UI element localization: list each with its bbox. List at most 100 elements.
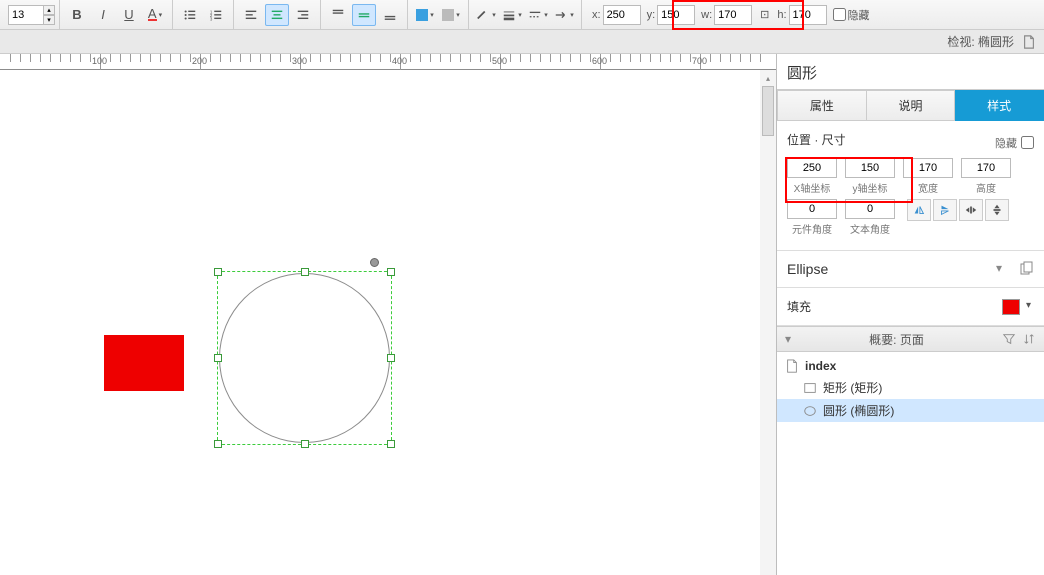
valign-middle-button[interactable]: [352, 4, 376, 26]
y-label: y:: [647, 9, 656, 21]
fit-width-button[interactable]: [959, 199, 983, 221]
align-center-button[interactable]: [265, 4, 289, 26]
valign-group: [321, 0, 408, 29]
line-group: ▾ ▾ ▾ ▾: [469, 0, 582, 29]
panel-y-input[interactable]: [845, 158, 895, 178]
h-label: h:: [777, 9, 786, 21]
italic-button[interactable]: I: [91, 4, 115, 26]
canvas[interactable]: [0, 70, 776, 575]
ruler-tick-label: 700: [692, 56, 707, 66]
line-color-button[interactable]: ▾: [474, 4, 498, 26]
copy-style-icon[interactable]: [1018, 261, 1034, 277]
panel-x-input[interactable]: [787, 158, 837, 178]
fill-swatch[interactable]: [1002, 299, 1020, 315]
sort-icon[interactable]: [1022, 332, 1036, 346]
ruler-tick-label: 600: [592, 56, 607, 66]
valign-top-button[interactable]: [326, 4, 350, 26]
filter-icon[interactable]: [1002, 332, 1016, 346]
handle-nw[interactable]: [214, 268, 222, 276]
panel-h-input[interactable]: [961, 158, 1011, 178]
ruler-tick-label: 100: [92, 56, 107, 66]
y-input[interactable]: [657, 5, 695, 25]
handle-ne[interactable]: [387, 268, 395, 276]
position-size-section: 位置 · 尺寸 隐藏 X轴坐标 y轴坐标 宽度: [777, 121, 1044, 251]
handle-n[interactable]: [301, 268, 309, 276]
panel-angle-label: 元件角度: [792, 221, 832, 236]
font-style-group: B I U A▾: [60, 0, 173, 29]
flip-h-button[interactable]: [907, 199, 931, 221]
tab-props[interactable]: 属性: [777, 90, 867, 121]
ruler-tick-label: 300: [292, 56, 307, 66]
main-area: 100200300400500600700 ▴: [0, 54, 1044, 575]
panel-angle-input[interactable]: [787, 199, 837, 219]
fill-row: 填充: [777, 288, 1044, 326]
shape-rectangle[interactable]: [104, 335, 184, 391]
w-input[interactable]: [714, 5, 752, 25]
arrow-style-button[interactable]: ▾: [552, 4, 576, 26]
hide-checkbox[interactable]: [833, 8, 846, 21]
fill-color-button[interactable]: ▾: [413, 4, 437, 26]
h-input[interactable]: [789, 5, 827, 25]
bullets-button[interactable]: [178, 4, 202, 26]
outline-header: ▾ 概要: 页面: [777, 326, 1044, 352]
font-size-up[interactable]: ▴: [43, 5, 55, 15]
align-right-button[interactable]: [291, 4, 315, 26]
fill-group: ▾ ▾: [408, 0, 469, 29]
list-group: 123: [173, 0, 234, 29]
shape-name: Ellipse: [787, 261, 990, 277]
right-panel: 圆形 属性 说明 样式 位置 · 尺寸 隐藏 X轴坐标: [776, 54, 1044, 575]
font-size-input[interactable]: [8, 5, 44, 25]
ruler-tick-label: 500: [492, 56, 507, 66]
x-label: x:: [592, 9, 601, 21]
fit-height-button[interactable]: [985, 199, 1009, 221]
font-color-button[interactable]: A▾: [143, 4, 167, 26]
line-style-button[interactable]: ▾: [526, 4, 550, 26]
canvas-wrap: 100200300400500600700 ▴: [0, 54, 776, 575]
coord-row-2: 元件角度 文本角度: [787, 199, 1034, 236]
panel-text-angle-label: 文本角度: [850, 221, 890, 236]
doc-icon[interactable]: [1022, 35, 1036, 49]
canvas-scrollbar-v[interactable]: ▴: [760, 70, 776, 575]
panel-y-label: y轴坐标: [853, 180, 888, 195]
format-toolbar: ▴ ▾ B I U A▾ 123 ▾ ▾ ▾ ▾ ▾: [0, 0, 1044, 30]
selection-bounds: [217, 271, 392, 445]
underline-button[interactable]: U: [117, 4, 141, 26]
line-weight-button[interactable]: ▾: [500, 4, 524, 26]
tree-item-ellipse[interactable]: 圆形 (椭圆形): [777, 399, 1044, 422]
align-left-button[interactable]: [239, 4, 263, 26]
tree-item-rect[interactable]: 矩形 (矩形): [777, 376, 1044, 399]
valign-bottom-button[interactable]: [378, 4, 402, 26]
panel-x-label: X轴坐标: [794, 180, 831, 195]
numbering-button[interactable]: 123: [204, 4, 228, 26]
horizontal-ruler: 100200300400500600700: [0, 54, 776, 70]
rotate-handle[interactable]: [370, 258, 379, 267]
coord-row-1: X轴坐标 y轴坐标 宽度 高度: [787, 158, 1034, 195]
panel-hide-checkbox[interactable]: [1021, 136, 1034, 149]
ellipse-shape-icon: [803, 404, 817, 418]
bold-button[interactable]: B: [65, 4, 89, 26]
outline-tree: index 矩形 (矩形) 圆形 (椭圆形): [777, 352, 1044, 575]
hide-label: 隐藏: [848, 7, 870, 23]
panel-text-angle-input[interactable]: [845, 199, 895, 219]
handle-e[interactable]: [387, 354, 395, 362]
font-size-down[interactable]: ▾: [43, 15, 55, 25]
fill-shade-button[interactable]: ▾: [439, 4, 463, 26]
handle-w[interactable]: [214, 354, 222, 362]
panel-w-input[interactable]: [903, 158, 953, 178]
chevron-down-icon[interactable]: ▾: [996, 261, 1012, 277]
svg-text:3: 3: [210, 16, 213, 21]
halign-group: [234, 0, 321, 29]
tree-root-index[interactable]: index: [777, 356, 1044, 376]
tab-style[interactable]: 样式: [955, 90, 1044, 121]
panel-heading: 圆形: [777, 54, 1044, 89]
handle-se[interactable]: [387, 440, 395, 448]
panel-h-label: 高度: [976, 180, 996, 195]
tab-notes[interactable]: 说明: [867, 90, 956, 121]
flip-v-button[interactable]: [933, 199, 957, 221]
handle-s[interactable]: [301, 440, 309, 448]
x-input[interactable]: [603, 5, 641, 25]
handle-sw[interactable]: [214, 440, 222, 448]
outline-title: 概要: 页面: [869, 333, 924, 347]
inspector-header-bar: 检视: 椭圆形: [0, 30, 1044, 54]
inspector-title: 检视: 椭圆形: [947, 33, 1014, 50]
